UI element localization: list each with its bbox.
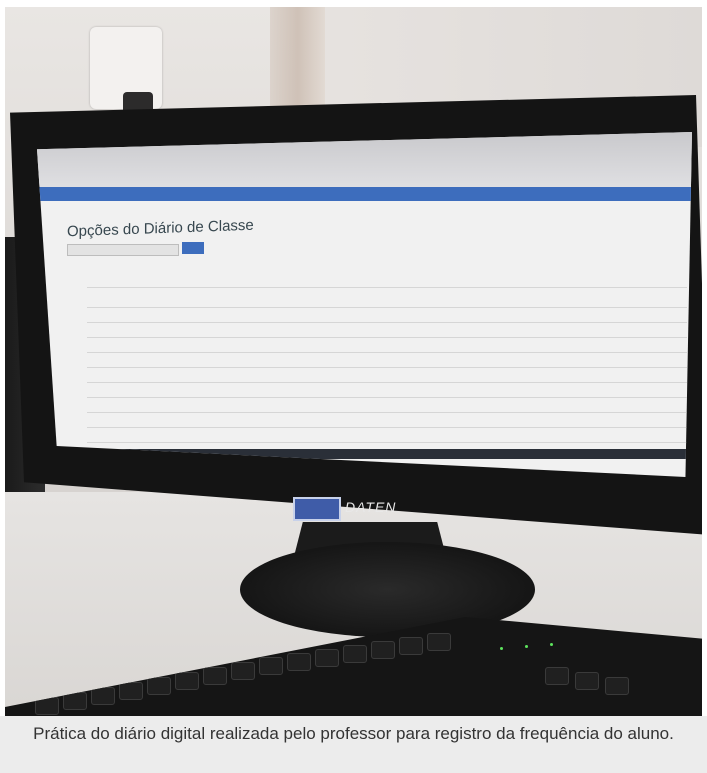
screen-app-title: Opções do Diário de Classe xyxy=(67,216,254,241)
screen-attendance-table xyxy=(87,277,687,457)
monitor-screen: Opções do Diário de Classe xyxy=(37,132,692,477)
app-navbar xyxy=(37,187,692,201)
monitor-badge xyxy=(293,497,341,521)
figure-caption: Prática do diário digital realizada pelo… xyxy=(33,724,674,743)
figure: Opções do Diário de Classe DATEN Prática… xyxy=(0,0,707,773)
monitor-brand: DATEN xyxy=(345,499,397,515)
screen-select xyxy=(67,244,179,256)
classroom-photo: Opções do Diário de Classe DATEN xyxy=(5,7,702,716)
screen-button xyxy=(182,242,204,254)
